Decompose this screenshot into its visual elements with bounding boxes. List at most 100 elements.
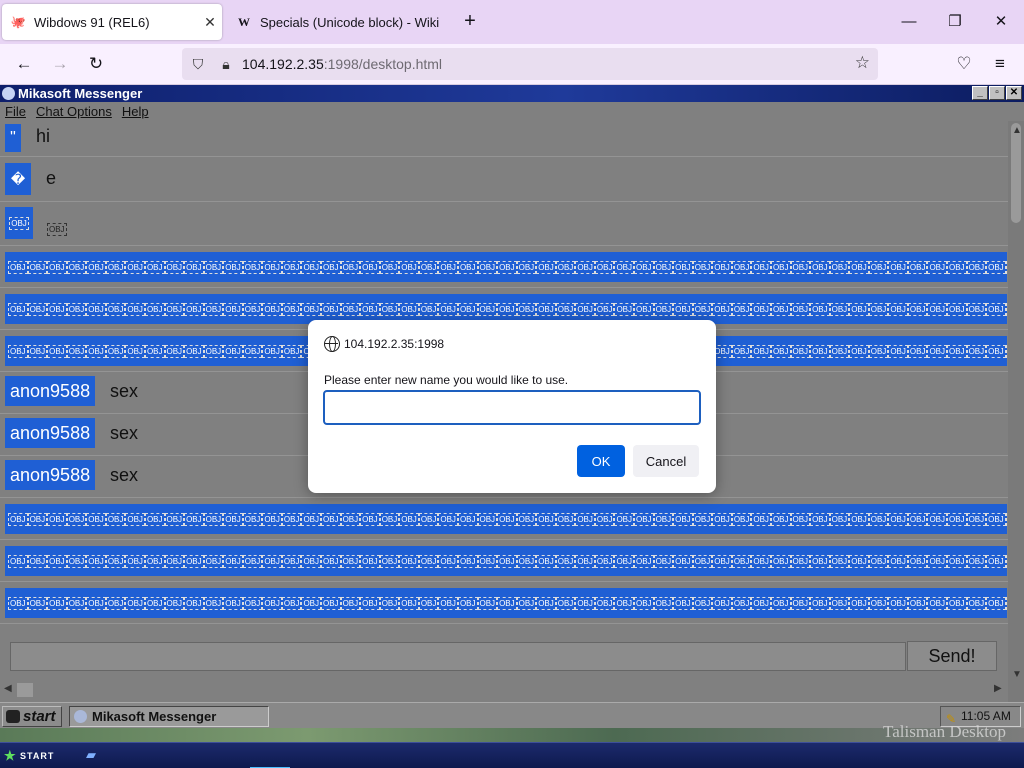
address-bar[interactable]: ⛉ 🔒︎ 104.192.2.35:1998/desktop.html ☆ [182, 48, 878, 80]
obj-glyph: OBJ [712, 555, 732, 568]
obj-glyph: OBJ [927, 597, 947, 610]
back-button[interactable]: ← [10, 50, 38, 78]
menu-chat-options[interactable]: Chat Options [36, 102, 112, 121]
new-tab-button[interactable]: + [458, 10, 482, 34]
obj-glyph: OBJ [810, 345, 830, 358]
obj-glyph: OBJ [868, 345, 889, 358]
message-text: hi [36, 126, 51, 146]
obj-glyph: OBJ [9, 216, 29, 230]
bookmark-star-icon[interactable]: ☆ [855, 53, 870, 73]
obj-glyph: OBJ [927, 513, 947, 526]
hscrollbar-thumb[interactable] [17, 683, 33, 697]
messenger-close-button[interactable]: ✕ [1006, 86, 1022, 100]
close-tab-icon[interactable]: ✕ [198, 14, 222, 31]
obj-glyph: OBJ [790, 261, 811, 274]
horizontal-scrollbar[interactable]: ◀ ▶ [0, 682, 1008, 698]
hamburger-menu-icon[interactable]: ≡ [986, 50, 1014, 78]
obj-glyph: OBJ [301, 261, 321, 274]
tab-wibdows[interactable]: 🐙 Wibdows 91 (REL6) ✕ [2, 4, 222, 40]
obj-glyph: OBJ [105, 513, 126, 526]
obj-glyph: OBJ [47, 513, 67, 526]
obj-glyph: OBJ [262, 261, 282, 274]
messenger-title: Mikasoft Messenger [18, 86, 143, 101]
os-start-label: START [20, 751, 55, 761]
menu-file[interactable]: File [5, 102, 26, 121]
cancel-button[interactable]: Cancel [633, 445, 699, 477]
obj-glyph: OBJ [27, 261, 48, 274]
obj-glyph: OBJ [281, 597, 302, 610]
obj-glyph: OBJ [790, 513, 811, 526]
w93-start-button[interactable]: start [2, 706, 62, 727]
obj-glyph: OBJ [907, 303, 928, 316]
obj-glyph: OBJ [360, 513, 380, 526]
obj-glyph: OBJ [66, 555, 87, 568]
obj-glyph: OBJ [125, 597, 145, 610]
obj-glyph: OBJ [986, 303, 1006, 316]
obj-glyph: OBJ [575, 597, 595, 610]
scroll-left-arrow-icon[interactable]: ◀ [4, 683, 12, 694]
obj-glyph: OBJ [47, 261, 67, 274]
shield-icon[interactable]: ⛉ [188, 56, 208, 73]
lock-icon[interactable]: 🔒︎ [216, 56, 236, 73]
obj-glyph: OBJ [242, 261, 263, 274]
obj-glyph: OBJ [47, 223, 67, 236]
scroll-right-arrow-icon[interactable]: ▶ [994, 683, 1002, 694]
obj-glyph: OBJ [223, 303, 243, 316]
desktop-label: Talisman Desktop [883, 722, 1006, 741]
menu-help[interactable]: Help [122, 102, 149, 121]
obj-glyph: OBJ [751, 555, 771, 568]
forward-button[interactable]: → [46, 50, 74, 78]
messenger-minimize-button[interactable]: _ [972, 86, 988, 100]
obj-glyph: OBJ [340, 513, 361, 526]
close-window-button[interactable]: ✕ [978, 8, 1024, 36]
obj-glyph: OBJ [536, 261, 556, 274]
messenger-maximize-button[interactable]: ▫ [989, 86, 1005, 100]
obj-glyph: OBJ [379, 513, 400, 526]
obj-glyph: OBJ [164, 261, 185, 274]
w93-task-messenger[interactable]: Mikasoft Messenger [69, 706, 269, 727]
obj-glyph: OBJ [849, 345, 869, 358]
obj-glyph: OBJ [477, 303, 498, 316]
obj-glyph: OBJ [888, 261, 908, 274]
chat-vertical-scrollbar[interactable] [1008, 121, 1024, 715]
scroll-up-arrow-icon[interactable]: ▲ [1012, 125, 1022, 136]
obj-glyph: OBJ [223, 513, 243, 526]
reload-button[interactable]: ↻ [82, 50, 110, 78]
minimize-window-button[interactable]: — [886, 8, 932, 36]
obj-glyph: OBJ [477, 261, 498, 274]
message-input[interactable] [10, 642, 906, 671]
obj-glyph: OBJ [144, 261, 165, 274]
obj-glyph: OBJ [125, 261, 145, 274]
obj-glyph: OBJ [868, 555, 889, 568]
obj-glyph: OBJ [281, 555, 302, 568]
obj-glyph: OBJ [575, 303, 595, 316]
obj-glyph: OBJ [27, 513, 48, 526]
obj-glyph: OBJ [184, 345, 204, 358]
message-text: sex [110, 423, 139, 443]
obj-glyph: OBJ [907, 513, 928, 526]
pocket-icon[interactable]: ♡ [950, 50, 978, 78]
scroll-down-arrow-icon[interactable]: ▼ [1012, 669, 1022, 680]
new-name-input[interactable] [323, 390, 701, 425]
obj-glyph: OBJ [966, 261, 987, 274]
obj-glyph: OBJ [536, 555, 556, 568]
os-start-button[interactable]: ★ START [4, 747, 54, 765]
scrollbar-thumb[interactable] [1011, 123, 1021, 223]
obj-glyph: OBJ [849, 303, 869, 316]
obj-glyph: OBJ [379, 597, 400, 610]
ok-button[interactable]: OK [577, 445, 625, 477]
obj-glyph: OBJ [203, 555, 224, 568]
w93-clock: 11:05 AM [961, 709, 1011, 723]
send-button[interactable]: Send! [907, 641, 997, 671]
os-task-browser-icon[interactable]: ▰ [86, 747, 108, 765]
dialog-message: Please enter new name you would like to … [324, 373, 569, 387]
obj-glyph: OBJ [653, 513, 674, 526]
tab-wikipedia[interactable]: W Specials (Unicode block) - Wiki [228, 4, 450, 40]
messenger-menu-bar: File Chat Options Help [0, 102, 1008, 121]
obj-glyph: OBJ [27, 597, 48, 610]
obj-glyph: OBJ [634, 513, 654, 526]
obj-glyph: OBJ [555, 303, 576, 316]
restore-window-button[interactable]: ❐ [932, 8, 978, 36]
obj-glyph: OBJ [888, 345, 908, 358]
obj-glyph: OBJ [790, 345, 811, 358]
